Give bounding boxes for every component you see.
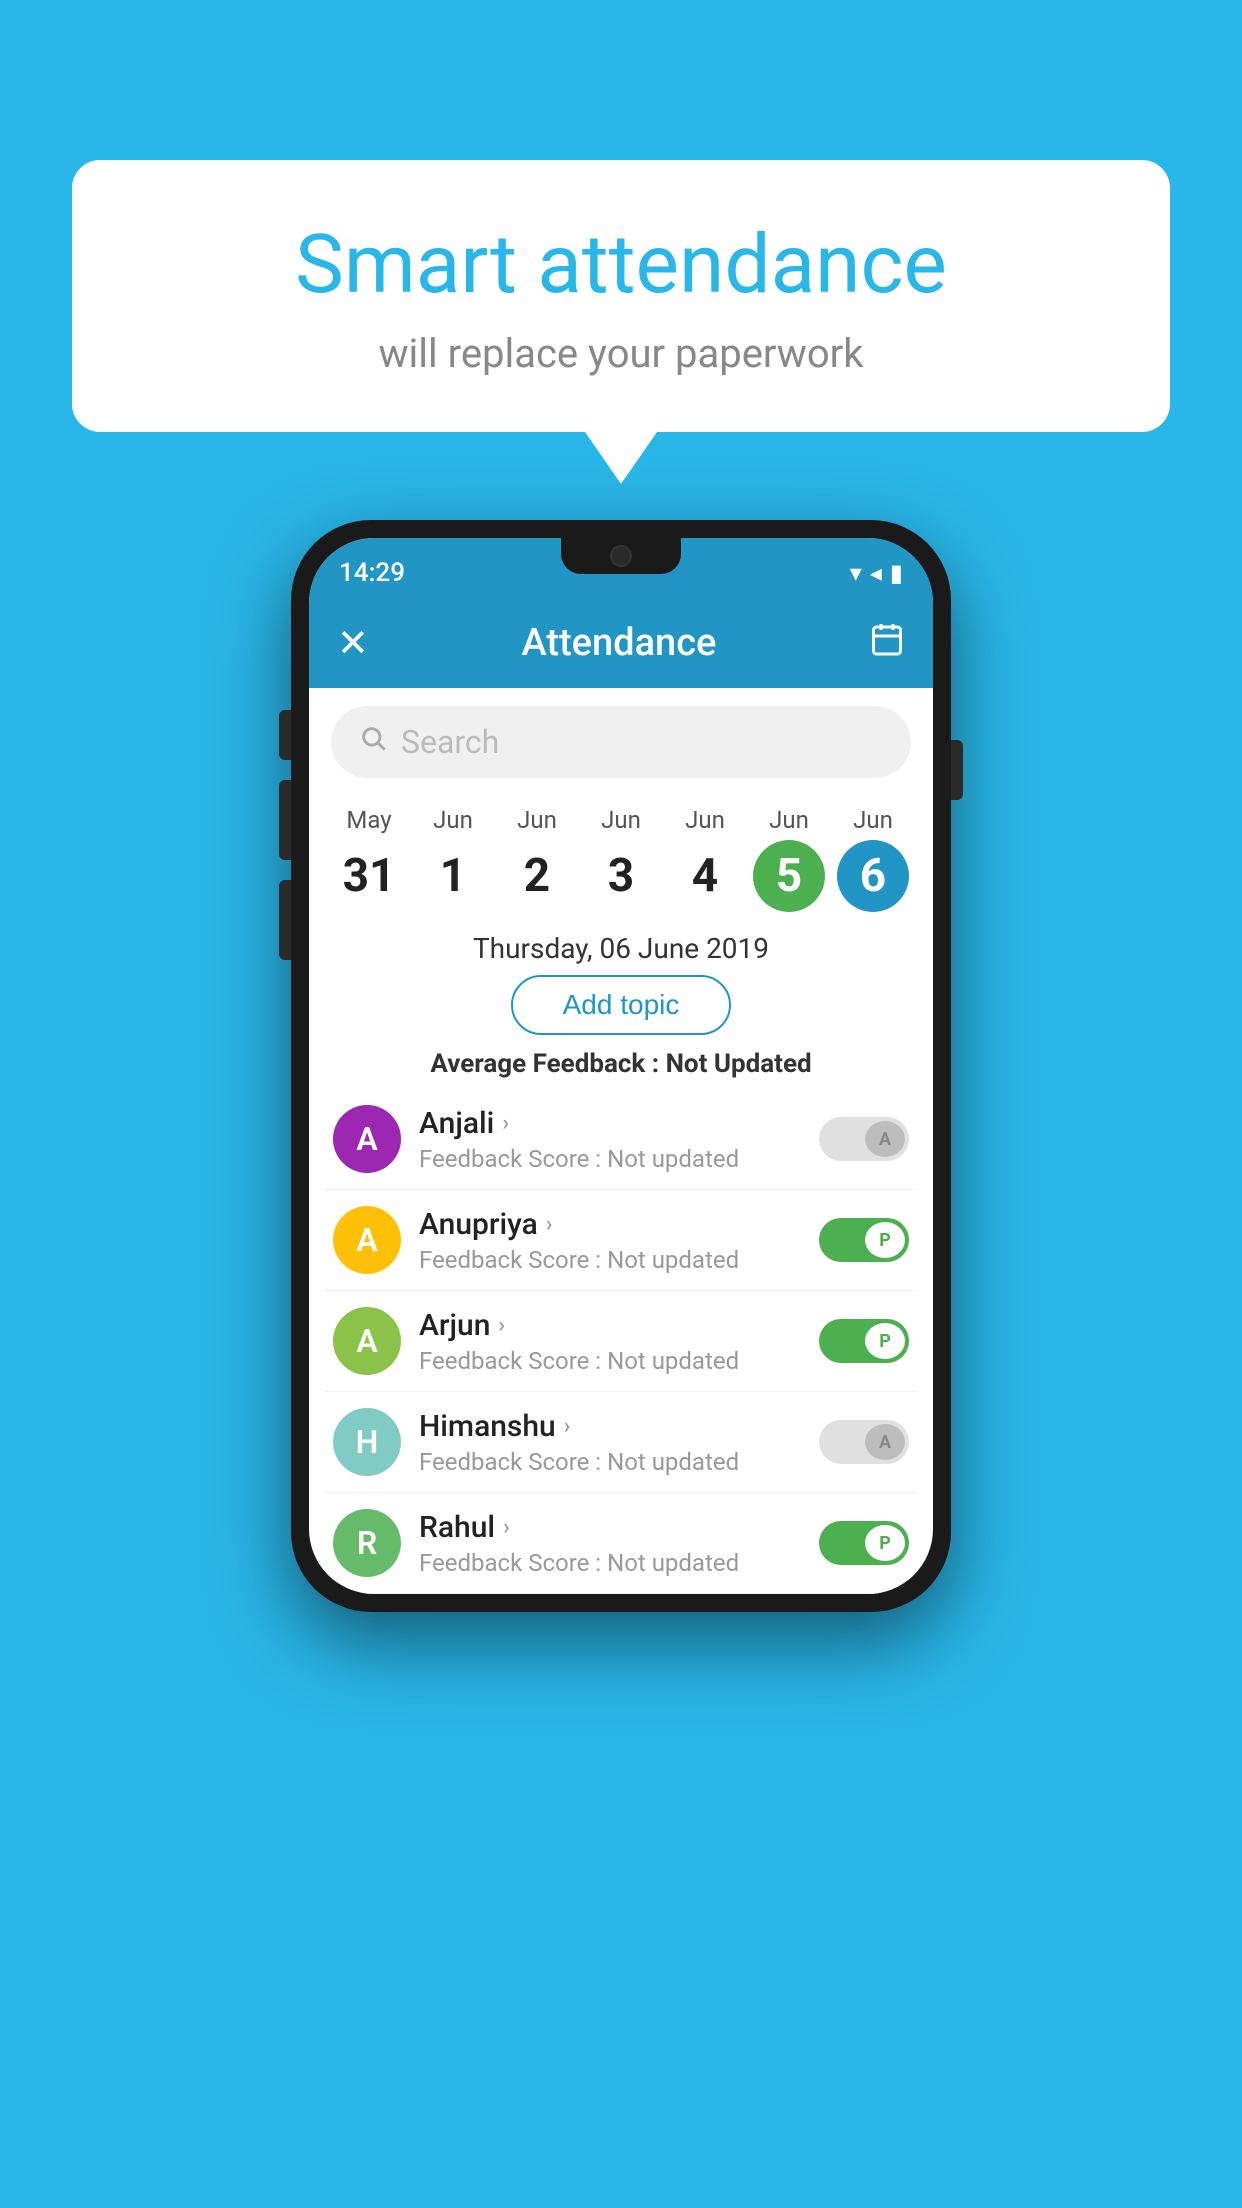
attendance-toggle[interactable]: A bbox=[819, 1117, 909, 1161]
phone-screen: 14:29 ▾ ◂ ▮ ✕ Attendance bbox=[309, 538, 933, 1594]
date-item[interactable]: Jun 2 bbox=[501, 806, 573, 912]
student-row[interactable]: A Anupriya › Feedback Score : Not updatedP bbox=[325, 1190, 917, 1291]
bubble-subtitle: will replace your paperwork bbox=[122, 330, 1120, 377]
attendance-toggle[interactable]: P bbox=[819, 1218, 909, 1262]
battery-icon: ▮ bbox=[890, 559, 903, 587]
chevron-icon: › bbox=[502, 1111, 509, 1136]
student-name: Himanshu › bbox=[419, 1409, 819, 1444]
chevron-icon: › bbox=[498, 1313, 505, 1338]
date-item[interactable]: May 31 bbox=[333, 806, 405, 912]
add-topic-button[interactable]: Add topic bbox=[511, 975, 732, 1035]
chevron-icon: › bbox=[564, 1414, 571, 1439]
avg-feedback-value: Not Updated bbox=[666, 1049, 812, 1079]
student-row[interactable]: A Arjun › Feedback Score : Not updatedP bbox=[325, 1291, 917, 1392]
search-bar[interactable]: Search bbox=[331, 706, 911, 778]
date-item[interactable]: Jun 1 bbox=[417, 806, 489, 912]
student-info: Rahul › Feedback Score : Not updated bbox=[419, 1510, 819, 1577]
speech-bubble: Smart attendance will replace your paper… bbox=[72, 160, 1170, 432]
attendance-toggle[interactable]: P bbox=[819, 1319, 909, 1363]
date-month: Jun bbox=[769, 806, 809, 834]
date-month: May bbox=[346, 806, 391, 834]
date-number: 5 bbox=[753, 840, 825, 912]
app-header: ✕ Attendance bbox=[309, 598, 933, 688]
signal-icon: ◂ bbox=[870, 559, 882, 587]
student-avatar: H bbox=[333, 1408, 401, 1476]
student-row[interactable]: AAnjali ›Feedback Score : Not updatedA bbox=[325, 1089, 917, 1190]
date-number: 31 bbox=[333, 840, 405, 912]
volume-silent-button bbox=[279, 710, 291, 760]
date-number: 6 bbox=[837, 840, 909, 912]
date-number: 3 bbox=[585, 840, 657, 912]
date-number: 4 bbox=[669, 840, 741, 912]
student-name: Arjun › bbox=[419, 1308, 819, 1343]
status-icons: ▾ ◂ ▮ bbox=[850, 559, 903, 587]
student-info: Anjali › Feedback Score : Not updated bbox=[419, 1106, 819, 1173]
student-name: Anupriya › bbox=[419, 1207, 819, 1242]
student-feedback-score: Feedback Score : Not updated bbox=[419, 1347, 819, 1375]
date-month: Jun bbox=[601, 806, 641, 834]
selected-date-text: Thursday, 06 June 2019 bbox=[309, 932, 933, 965]
attendance-toggle[interactable]: P bbox=[819, 1521, 909, 1565]
volume-down-button bbox=[279, 880, 291, 960]
volume-up-button bbox=[279, 780, 291, 860]
date-number: 1 bbox=[417, 840, 489, 912]
date-strip: May 31 Jun 1 Jun 2 Jun 3 Jun 4 Jun 5 Jun 6 bbox=[309, 796, 933, 918]
student-row[interactable]: H Himanshu › Feedback Score : Not updatedA bbox=[325, 1392, 917, 1493]
attendance-toggle[interactable]: A bbox=[819, 1420, 909, 1464]
search-placeholder: Search bbox=[401, 723, 499, 761]
date-number: 2 bbox=[501, 840, 573, 912]
student-info: Himanshu › Feedback Score : Not updated bbox=[419, 1409, 819, 1476]
student-avatar: A bbox=[333, 1206, 401, 1274]
student-avatar: A bbox=[333, 1307, 401, 1375]
student-feedback-score: Feedback Score : Not updated bbox=[419, 1145, 819, 1173]
header-title: Attendance bbox=[521, 621, 716, 665]
date-item[interactable]: Jun 4 bbox=[669, 806, 741, 912]
student-info: Arjun › Feedback Score : Not updated bbox=[419, 1308, 819, 1375]
bubble-title: Smart attendance bbox=[122, 220, 1120, 310]
student-feedback-score: Feedback Score : Not updated bbox=[419, 1246, 819, 1274]
wifi-icon: ▾ bbox=[850, 559, 862, 587]
date-month: Jun bbox=[685, 806, 725, 834]
date-month: Jun bbox=[517, 806, 557, 834]
date-month: Jun bbox=[433, 806, 473, 834]
student-row[interactable]: R Rahul › Feedback Score : Not updatedP bbox=[325, 1493, 917, 1594]
search-icon bbox=[359, 724, 387, 760]
chevron-icon: › bbox=[503, 1515, 510, 1540]
date-item[interactable]: Jun 3 bbox=[585, 806, 657, 912]
phone-outer: 14:29 ▾ ◂ ▮ ✕ Attendance bbox=[291, 520, 951, 1612]
student-info: Anupriya › Feedback Score : Not updated bbox=[419, 1207, 819, 1274]
student-feedback-score: Feedback Score : Not updated bbox=[419, 1549, 819, 1577]
student-feedback-score: Feedback Score : Not updated bbox=[419, 1448, 819, 1476]
date-item[interactable]: Jun 6 bbox=[837, 806, 909, 912]
front-camera bbox=[610, 545, 632, 567]
student-avatar: R bbox=[333, 1509, 401, 1577]
calendar-icon[interactable] bbox=[869, 621, 905, 665]
student-name: Rahul › bbox=[419, 1510, 819, 1545]
avg-feedback-label: Average Feedback : Not Updated bbox=[309, 1049, 933, 1079]
phone-wrapper: 14:29 ▾ ◂ ▮ ✕ Attendance bbox=[291, 520, 951, 1612]
student-avatar: A bbox=[333, 1105, 401, 1173]
chevron-icon: › bbox=[546, 1212, 553, 1237]
student-list: AAnjali ›Feedback Score : Not updatedAAA… bbox=[309, 1089, 933, 1594]
date-item[interactable]: Jun 5 bbox=[753, 806, 825, 912]
student-name: Anjali › bbox=[419, 1106, 819, 1141]
status-time: 14:29 bbox=[339, 558, 405, 588]
close-button[interactable]: ✕ bbox=[337, 621, 369, 666]
speech-bubble-container: Smart attendance will replace your paper… bbox=[72, 160, 1170, 432]
date-month: Jun bbox=[853, 806, 893, 834]
phone-notch bbox=[561, 538, 681, 574]
power-button bbox=[951, 740, 963, 800]
